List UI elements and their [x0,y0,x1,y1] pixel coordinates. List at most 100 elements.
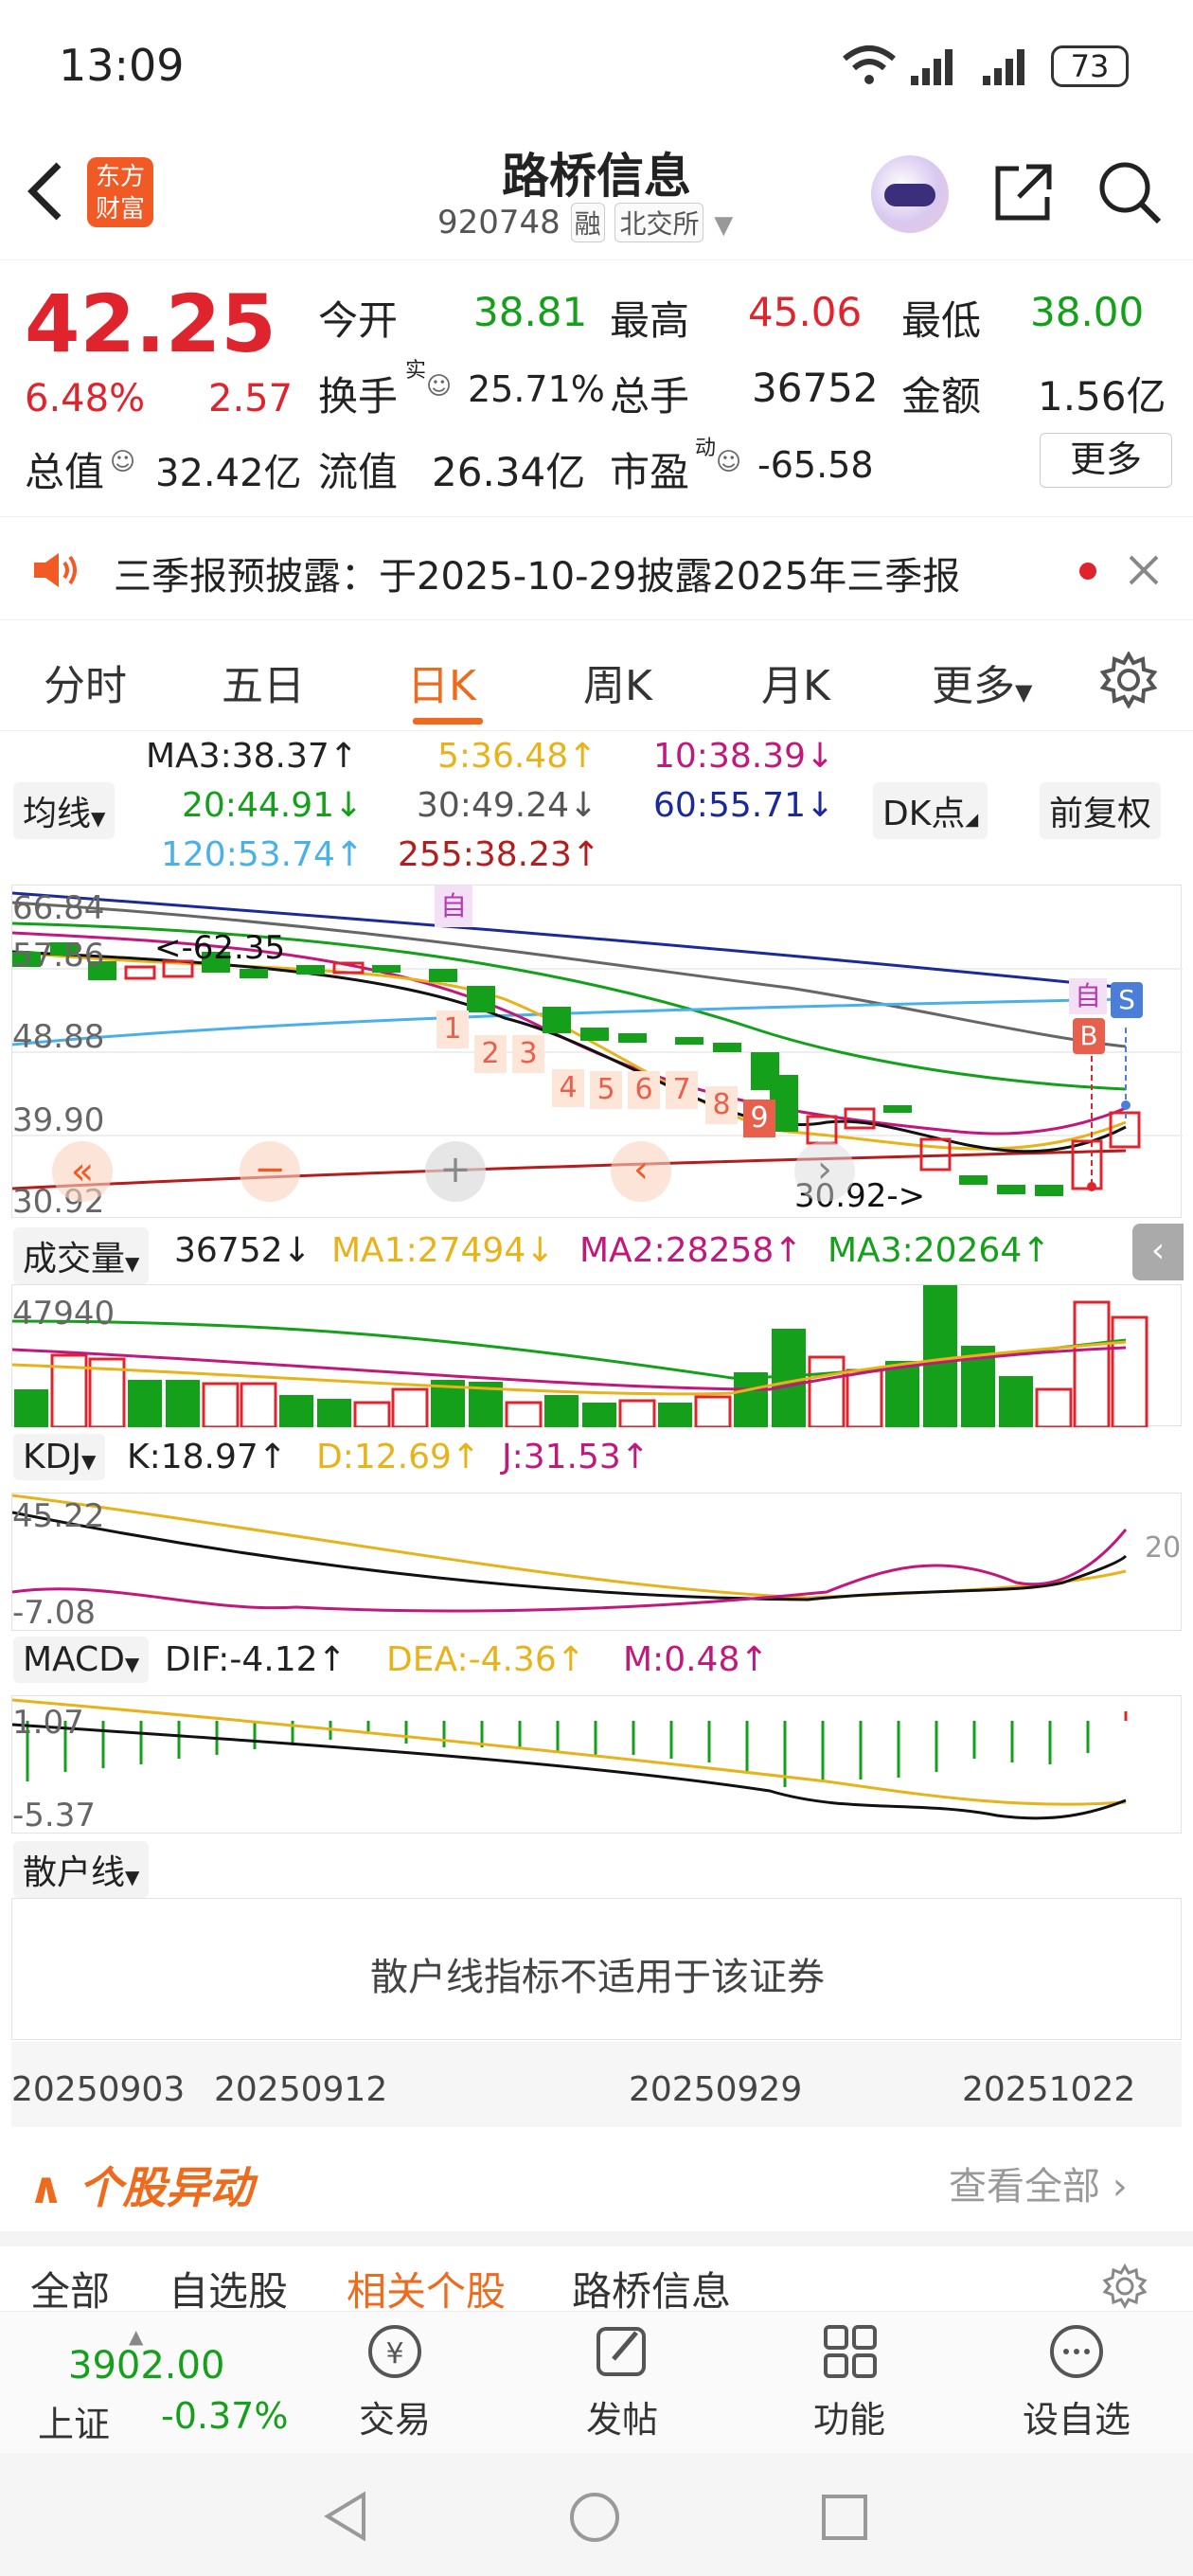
volume-ma2: MA2:28258↑ [579,1231,803,1270]
index-value[interactable]: 3902.00 [68,2344,224,2388]
close-icon[interactable] [1127,553,1161,587]
collapse-panel-button[interactable]: ‹ [1132,1224,1184,1280]
kline-chart[interactable]: 66.84 57.86 <-62.35 48.88 39.90 30.92 30… [11,885,1183,1221]
notice-bar[interactable]: 三季报预披露：于2025-10-29披露2025年三季报 [0,516,1193,620]
date-label: 20250903 [11,2070,186,2109]
volume-ma3-line [12,1319,1127,1380]
nav-add-watchlist[interactable]: 设自选 [1006,2319,1148,2442]
nav-trade[interactable]: ¥ 交易 [324,2319,466,2442]
caret-down-icon: ▼ [1015,679,1033,706]
unread-dot [1079,563,1096,580]
stock-code-line[interactable]: 920748 融 北交所 ▼ [437,203,733,242]
float-label: 流值 [318,449,399,495]
ma-selector-label: 均线 [23,795,92,833]
macd-dea: DEA:-4.36↑ [386,1640,585,1679]
divider [0,2231,1193,2246]
settings-gear-icon[interactable] [1100,652,1157,708]
movers-tab-all[interactable]: 全部 [30,2260,110,2317]
share-icon[interactable] [990,159,1057,225]
movers-tab-related[interactable]: 相关个股 [347,2260,506,2317]
nav-trade-label: 交易 [358,2399,431,2441]
tab-monthly-k[interactable]: 月K [761,652,830,712]
macd-svg [12,1698,1128,1820]
view-all-link[interactable]: 查看全部 › [949,2156,1128,2210]
td-seq-number: 8 [705,1086,738,1124]
open-value: 38.81 [473,289,588,335]
trade-icon: ¥ [368,2325,421,2378]
ma255-line [12,1149,1127,1190]
retail-selector[interactable]: 散户线▼ [13,1841,150,1898]
tab-intraday[interactable]: 分时 [44,652,127,712]
td-seq-number: 4 [552,1069,584,1107]
kdj-selector[interactable]: KDJ▼ [13,1434,106,1480]
ma120-legend: 120:53.74↑ [161,835,365,874]
volume-chart[interactable]: 47940 [11,1284,1182,1427]
recents-square-icon[interactable] [820,2493,869,2542]
retail-selector-label: 散户线 [23,1853,126,1892]
back-triangle-icon[interactable] [322,2491,369,2542]
open-label: 今开 [318,297,399,344]
tab-weekly-k[interactable]: 周K [583,652,652,712]
kdj-k-line [12,1511,1128,1601]
status-time: 13:09 [59,40,185,91]
exchange-tag: 北交所 [614,203,704,242]
sell-marker: S [1111,982,1143,1018]
marker-dot [1121,1100,1131,1110]
assistant-robot-icon[interactable] [871,155,949,233]
view-all-label: 查看全部 [949,2165,1100,2209]
ma10-legend: 10:38.39↓ [653,737,835,776]
tab-five-day[interactable]: 五日 [222,652,305,712]
retail-chart: 散户线指标不适用于该证券 [11,1898,1182,2040]
kdj-y-label: 45.22 [12,1497,105,1535]
volume-selector[interactable]: 成交量▼ [13,1227,150,1284]
movers-tab-watchlist[interactable]: 自选股 [169,2260,288,2317]
buy-marker: B [1073,1018,1105,1054]
adjust-button[interactable]: 前复权 [1040,782,1162,839]
kdj-ref-label: 20 [1145,1531,1182,1565]
more-button[interactable]: 更多 [1040,433,1172,488]
margin-tag: 融 [570,203,605,242]
macd-selector[interactable]: MACD▼ [13,1637,150,1683]
td-seq-number: 2 [474,1035,507,1073]
stock-code: 920748 [437,204,561,242]
active-tab-indicator [413,718,483,724]
search-icon[interactable] [1096,159,1165,227]
nav-post[interactable]: 发帖 [551,2319,693,2442]
dk-point-button[interactable]: DK点◢ [873,782,988,839]
scroll-start-button[interactable]: « [52,1141,113,1202]
td-seq-number: 6 [628,1071,660,1109]
zoom-out-button[interactable]: − [240,1141,300,1202]
info-icon[interactable]: ☺ [716,448,741,476]
ma3-legend: MA3:38.37↑ [146,737,358,776]
amount-value: 1.56亿 [1038,373,1166,420]
scroll-right-button[interactable]: › [794,1141,855,1202]
movers-tab-stock[interactable]: 路桥信息 [572,2260,731,2317]
zoom-in-button[interactable]: + [425,1141,486,1202]
index-change[interactable]: -0.37% [161,2395,288,2437]
mktcap-label: 总值 [25,449,105,495]
movers-title[interactable]: ∧ 个股异动 [28,2154,253,2216]
volume-ma3: MA3:20264↑ [828,1231,1051,1270]
chevron-up-icon: ∧ [28,2162,64,2213]
high-label: 最高 [610,297,690,344]
macd-chart[interactable]: 1.07 -5.37 [11,1695,1182,1834]
amount-label: 金额 [901,373,982,420]
more-dots-icon [1050,2325,1103,2378]
info-icon[interactable]: ☺ [110,448,135,476]
nav-function[interactable]: 功能 [778,2319,920,2442]
chevron-right-icon: › [1112,2165,1128,2209]
kdj-chart[interactable]: 45.22 -7.08 20 [11,1493,1182,1632]
info-icon[interactable]: ☺ [426,372,452,401]
date-label: 20251022 [962,2070,1136,2109]
turnover-value: 25.71% [468,368,605,410]
tab-more[interactable]: 更多▼ [932,652,1032,712]
home-circle-icon[interactable] [568,2491,621,2544]
corner-icon: ◢ [965,810,979,830]
tab-daily-k[interactable]: 日K [407,652,476,712]
scroll-left-button[interactable]: ‹ [611,1141,671,1202]
index-name[interactable]: 上证 [38,2395,110,2447]
retail-message: 散户线指标不适用于该证券 [370,1956,825,1999]
ma60-legend: 60:55.71↓ [653,786,835,825]
settings-gear-icon[interactable] [1102,2263,1148,2309]
ma-selector[interactable]: 均线▼ [13,782,116,839]
